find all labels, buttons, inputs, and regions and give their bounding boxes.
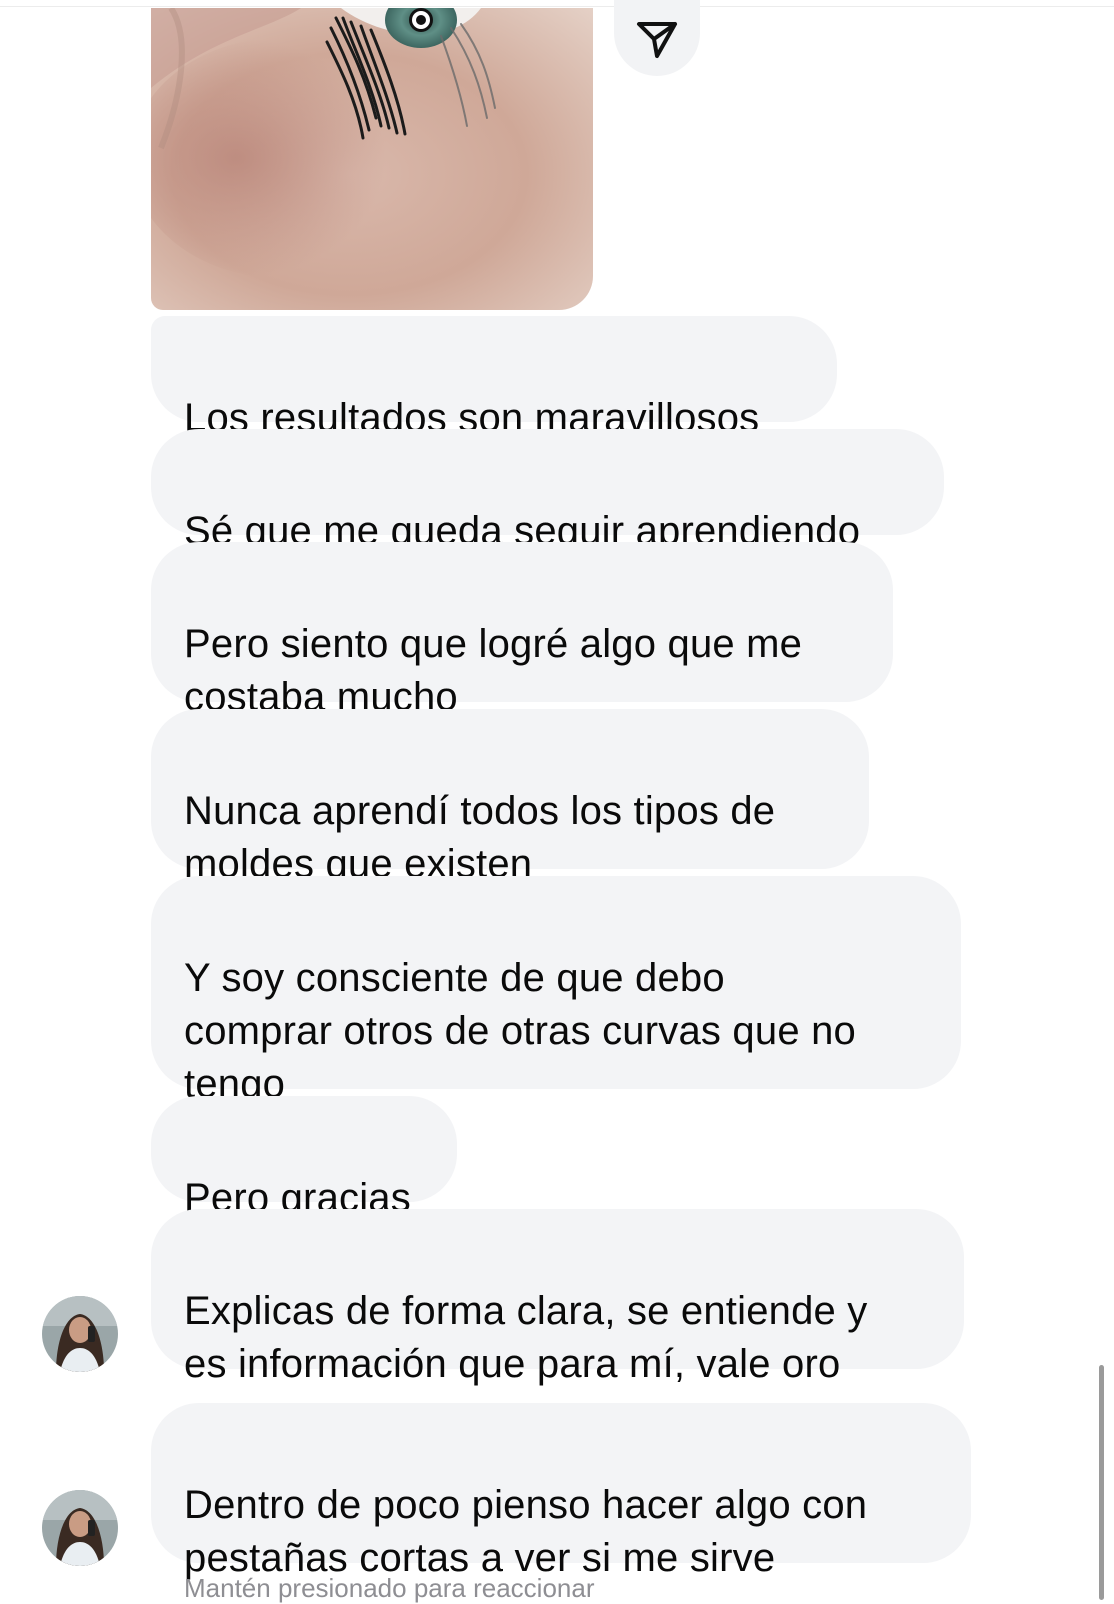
avatar-photo bbox=[42, 1296, 118, 1372]
eye-photo-image bbox=[151, 8, 593, 310]
message-bubble[interactable]: Los resultados son maravillosos bbox=[151, 316, 837, 440]
message-text: Pero siento que logré algo que me costab… bbox=[184, 622, 803, 719]
message-text: Explicas de forma clara, se entiende y e… bbox=[184, 1289, 868, 1386]
message-text: Y soy consciente de que debo comprar otr… bbox=[184, 956, 856, 1106]
message-bubble[interactable]: Nunca aprendí todos los tipos de moldes … bbox=[151, 709, 869, 886]
share-button[interactable] bbox=[614, 0, 700, 76]
message-bubble[interactable]: Sé que me queda seguir aprendiendo bbox=[151, 429, 944, 553]
sender-avatar[interactable] bbox=[42, 1296, 118, 1372]
message-text: Nunca aprendí todos los tipos de moldes … bbox=[184, 789, 776, 886]
message-bubble[interactable]: Explicas de forma clara, se entiende y e… bbox=[151, 1209, 964, 1386]
sender-avatar[interactable] bbox=[42, 1490, 118, 1566]
send-paper-plane-icon bbox=[637, 22, 677, 58]
message-bubble[interactable]: Pero siento que logré algo que me costab… bbox=[151, 542, 893, 719]
message-text: Dentro de poco pienso hacer algo con pes… bbox=[184, 1483, 868, 1580]
message-bubble[interactable]: Pero gracias bbox=[151, 1096, 457, 1220]
shared-photo[interactable] bbox=[151, 8, 593, 310]
message-bubble[interactable]: Dentro de poco pienso hacer algo con pes… bbox=[151, 1403, 971, 1580]
scrollbar[interactable] bbox=[1099, 1365, 1104, 1600]
top-divider bbox=[0, 6, 1114, 7]
avatar-photo bbox=[42, 1490, 118, 1566]
message-bubble[interactable]: Y soy consciente de que debo comprar otr… bbox=[151, 876, 961, 1106]
reaction-hint: Mantén presionado para reaccionar bbox=[184, 1573, 595, 1603]
